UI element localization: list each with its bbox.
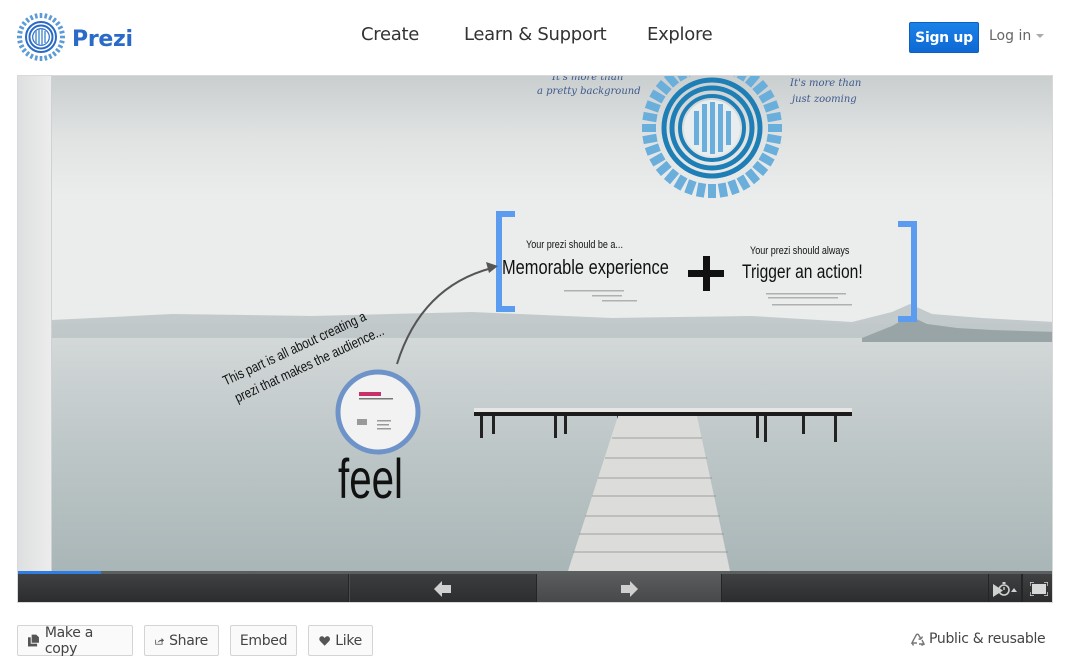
controls-spacer-right bbox=[722, 574, 988, 602]
prezi-logo-icon bbox=[16, 12, 66, 66]
scene-graphics bbox=[52, 76, 1052, 571]
make-a-copy-label: Make a copy bbox=[44, 624, 93, 657]
copy-icon bbox=[28, 634, 39, 647]
controls-spacer-left bbox=[18, 574, 349, 602]
heart-icon bbox=[319, 635, 330, 646]
arrow-right-icon bbox=[621, 581, 638, 597]
share-button[interactable]: Share bbox=[144, 625, 219, 656]
license-info: Public & reusable bbox=[911, 631, 1046, 647]
sign-up-button[interactable]: Sign up bbox=[909, 22, 979, 53]
note-top-right-1: It's more than bbox=[790, 78, 862, 89]
nav-learn-support[interactable]: Learn & Support bbox=[464, 24, 607, 45]
license-label: Public & reusable bbox=[929, 631, 1046, 647]
fullscreen-button[interactable] bbox=[1022, 574, 1052, 602]
brand-name: Prezi bbox=[72, 26, 133, 52]
autoplay-timer-icon bbox=[993, 582, 1017, 597]
previous-step-button[interactable] bbox=[349, 574, 537, 602]
left-frame-subtitle: Your prezi should be a... bbox=[526, 239, 623, 251]
feel-word: feel bbox=[338, 447, 404, 510]
next-step-button[interactable] bbox=[537, 574, 722, 602]
log-in-dropdown[interactable]: Log in bbox=[989, 28, 1045, 44]
arrow-left-icon bbox=[434, 581, 451, 597]
note-top-left-2: a pretty background bbox=[537, 86, 641, 97]
share-icon bbox=[155, 637, 165, 645]
embed-button[interactable]: Embed bbox=[230, 625, 297, 656]
presentation-canvas[interactable]: It's more than a pretty background It's … bbox=[52, 76, 1052, 571]
left-frame-title: Memorable experience bbox=[502, 257, 669, 279]
note-top-right-2: just zooming bbox=[792, 94, 857, 105]
like-label: Like bbox=[335, 632, 362, 649]
presentation-stage[interactable]: It's more than a pretty background It's … bbox=[18, 76, 1052, 571]
right-frame-subtitle: Your prezi should always bbox=[750, 245, 850, 257]
prezi-logo-link[interactable]: Prezi bbox=[16, 12, 133, 66]
player-controls bbox=[18, 574, 1052, 602]
note-top-left-1: It's more than bbox=[552, 76, 624, 83]
like-button[interactable]: Like bbox=[308, 625, 373, 656]
presentation-actions: Make a copy Share Embed Like bbox=[17, 624, 384, 657]
circle-thumbnail bbox=[335, 369, 421, 455]
top-header: Prezi Create Learn & Support Explore Sig… bbox=[0, 0, 1086, 74]
make-a-copy-button[interactable]: Make a copy bbox=[17, 624, 133, 657]
fullscreen-icon bbox=[1029, 582, 1048, 596]
log-in-label: Log in bbox=[989, 28, 1032, 44]
share-label: Share bbox=[169, 632, 208, 649]
recycle-icon bbox=[911, 632, 925, 646]
side-panel-edge bbox=[18, 76, 52, 571]
presentation-viewer[interactable]: It's more than a pretty background It's … bbox=[17, 75, 1053, 603]
embed-label: Embed bbox=[239, 632, 288, 649]
nav-explore[interactable]: Explore bbox=[647, 24, 713, 45]
nav-create[interactable]: Create bbox=[361, 24, 419, 45]
caret-down-icon bbox=[1036, 34, 1045, 38]
right-frame-title: Trigger an action! bbox=[742, 262, 863, 283]
autoplay-button[interactable] bbox=[988, 574, 1022, 602]
